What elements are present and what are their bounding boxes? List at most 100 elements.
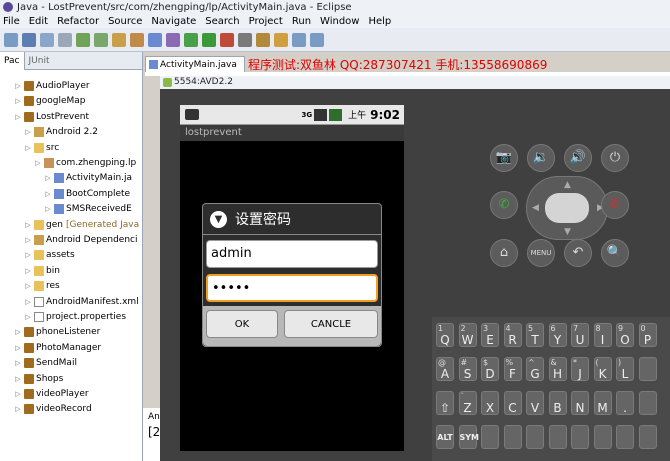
keyboard-key[interactable]: . xyxy=(616,391,634,415)
keyboard-key[interactable]: 6Y xyxy=(548,323,567,347)
keyboard-key[interactable]: 7U xyxy=(571,323,589,347)
expand-toggle-icon[interactable]: ▷ xyxy=(14,325,22,339)
keyboard-key[interactable]: V xyxy=(526,391,544,415)
open-type-icon[interactable] xyxy=(166,32,180,47)
back-icon[interactable] xyxy=(292,32,306,47)
dpad[interactable]: ▲ ▼ ◀ ▶ xyxy=(526,176,608,240)
expand-toggle-icon[interactable]: ▷ xyxy=(24,279,32,293)
tree-item[interactable]: ▷ AndroidManifest.xml xyxy=(24,295,139,309)
tree-item[interactable]: ▷ com.zhengping.lp xyxy=(34,156,136,170)
volume-up-button[interactable]: 🔊 xyxy=(564,144,592,172)
call-button[interactable]: ✆ xyxy=(490,191,518,219)
new-icon[interactable] xyxy=(4,32,18,47)
tree-item[interactable]: ▷ Shops xyxy=(14,372,63,386)
tree-item[interactable]: ▷ BootComplete xyxy=(44,187,130,201)
expand-toggle-icon[interactable]: ▷ xyxy=(14,341,22,355)
device-screen[interactable]: 3G 上午 9:02 lostprevent ▼ 设置密码 admin ••••… xyxy=(180,105,404,451)
expand-toggle-icon[interactable]: ▷ xyxy=(14,110,22,124)
power-button[interactable]: ⏻ xyxy=(601,144,629,172)
keyboard-key[interactable]: 0P xyxy=(638,323,657,347)
expand-toggle-icon[interactable]: ▷ xyxy=(24,310,32,324)
avd-manager-icon[interactable] xyxy=(94,32,108,47)
menu-search[interactable]: Search xyxy=(205,16,239,27)
keyboard-key[interactable] xyxy=(503,425,522,449)
keyboard-key[interactable] xyxy=(526,425,544,449)
keyboard-key[interactable]: * J xyxy=(571,357,589,381)
debug-icon[interactable] xyxy=(184,32,198,47)
password-field[interactable]: ••••• xyxy=(206,274,378,302)
keyboard-key[interactable]: ⇧ xyxy=(436,391,454,415)
home-button[interactable]: ⌂ xyxy=(490,239,518,267)
tree-item[interactable]: ▷ phoneListener xyxy=(14,325,100,339)
keyboard-key[interactable]: C xyxy=(503,391,522,415)
keyboard-key[interactable]: 5T xyxy=(526,323,544,347)
tree-item[interactable]: ▷ LostPrevent xyxy=(14,110,89,124)
tree-item[interactable]: ▷ gen [Generated Java xyxy=(24,218,139,232)
expand-toggle-icon[interactable]: ▷ xyxy=(24,295,32,309)
search-button[interactable]: 🔍 xyxy=(601,239,629,267)
keyboard-key[interactable]: SYM xyxy=(458,425,479,449)
keyboard-key[interactable]: ^ G xyxy=(526,357,544,381)
keyboard-key[interactable]: ALT xyxy=(436,425,454,449)
tree-item[interactable]: ▷ AudioPlayer xyxy=(14,79,90,93)
expand-toggle-icon[interactable]: ▷ xyxy=(14,79,22,93)
keyboard-key[interactable]: @ A xyxy=(436,357,454,381)
expand-toggle-icon[interactable]: ▷ xyxy=(24,125,32,139)
tree-item[interactable]: ▷ bin xyxy=(24,264,60,278)
keyboard-key[interactable]: X xyxy=(481,391,499,415)
dpad-left-icon[interactable]: ◀ xyxy=(532,203,539,213)
keyboard-key[interactable]: 4R xyxy=(503,323,522,347)
toggle-mark-icon[interactable] xyxy=(238,32,252,47)
forward-icon[interactable] xyxy=(310,32,324,47)
keyboard-key[interactable]: 3E xyxy=(481,323,499,347)
menu-source[interactable]: Source xyxy=(108,16,142,27)
expand-toggle-icon[interactable]: ▷ xyxy=(24,218,32,232)
menu-file[interactable]: File xyxy=(3,16,20,27)
expand-toggle-icon[interactable]: ▷ xyxy=(14,372,22,386)
expand-toggle-icon[interactable]: ▷ xyxy=(44,171,52,185)
expand-toggle-icon[interactable]: ▷ xyxy=(14,94,22,108)
tree-item[interactable]: ▷ PhotoManager xyxy=(14,341,101,355)
keyboard-key[interactable] xyxy=(638,425,657,449)
keyboard-key[interactable] xyxy=(638,357,657,381)
new-project-icon[interactable] xyxy=(112,32,126,47)
menu-button[interactable]: MENU xyxy=(527,239,555,267)
keyboard-key[interactable] xyxy=(571,425,589,449)
cancel-button[interactable]: CANCLE xyxy=(284,310,378,338)
tree-item[interactable]: ▷ SMSReceivedE xyxy=(44,202,132,216)
editor-tab-activitymain[interactable]: ActivityMain.java xyxy=(145,56,245,72)
tab-package-explorer[interactable]: Pac xyxy=(0,51,25,70)
keyboard-key[interactable]: N xyxy=(571,391,589,415)
dpad-down-icon[interactable]: ▼ xyxy=(564,227,571,237)
tree-item[interactable]: ▷ assets xyxy=(24,248,75,262)
menu-run[interactable]: Run xyxy=(292,16,311,27)
keyboard-key[interactable]: M xyxy=(593,391,612,415)
keyboard-key[interactable]: $ D xyxy=(481,357,499,381)
external-tools-icon[interactable] xyxy=(220,32,234,47)
new-class-icon[interactable] xyxy=(148,32,162,47)
annotation-icon[interactable] xyxy=(274,32,288,47)
keyboard-key[interactable]: 1Q xyxy=(436,323,454,347)
search-icon[interactable] xyxy=(256,32,270,47)
keyboard-key[interactable]: & H xyxy=(548,357,567,381)
volume-down-button[interactable]: 🔉 xyxy=(527,144,555,172)
keyboard-key[interactable] xyxy=(616,425,634,449)
tree-item[interactable]: ▷ videoRecord xyxy=(14,402,92,416)
expand-toggle-icon[interactable]: ▷ xyxy=(44,187,52,201)
run-icon[interactable] xyxy=(202,32,216,47)
ok-button[interactable]: OK xyxy=(206,310,278,338)
keyboard-key[interactable]: % F xyxy=(503,357,522,381)
expand-toggle-icon[interactable]: ▷ xyxy=(14,402,22,416)
keyboard-key[interactable]: 9O xyxy=(616,323,634,347)
keyboard-key[interactable] xyxy=(638,391,657,415)
expand-toggle-icon[interactable]: ▷ xyxy=(24,264,32,278)
keyboard-key[interactable] xyxy=(548,425,567,449)
menu-window[interactable]: Window xyxy=(320,16,359,27)
expand-toggle-icon[interactable]: ▷ xyxy=(24,248,32,262)
dpad-center-button[interactable] xyxy=(545,193,589,223)
tree-item[interactable]: ▷ Android Dependenci xyxy=(24,233,137,247)
keyboard-key[interactable]: 2W xyxy=(458,323,477,347)
expand-toggle-icon[interactable]: ▷ xyxy=(24,141,32,155)
keyboard-key[interactable]: # S xyxy=(458,357,477,381)
keyboard-key[interactable]: ) L xyxy=(616,357,634,381)
